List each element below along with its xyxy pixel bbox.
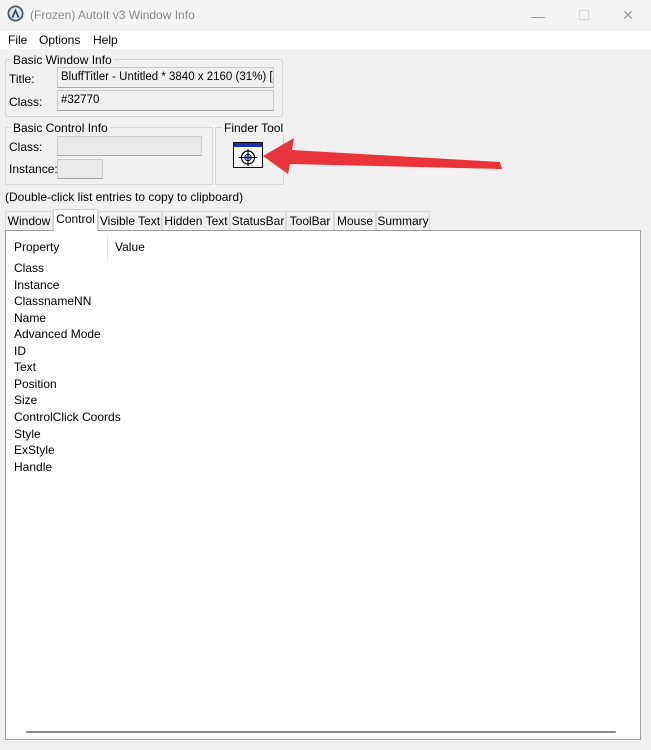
list-item[interactable]: Position — [14, 377, 57, 391]
list-item[interactable]: ControlClick Coords — [14, 410, 121, 424]
list-item[interactable]: ExStyle — [14, 443, 55, 457]
tab-summary[interactable]: Summary — [376, 211, 430, 230]
close-button[interactable]: ✕ — [605, 0, 651, 31]
control-instance-label: Instance: — [9, 162, 58, 176]
menu-file[interactable]: File — [8, 33, 27, 47]
list-item[interactable]: ClassnameNN — [14, 294, 91, 308]
column-header-value[interactable]: Value — [115, 240, 145, 254]
finder-tool-legend: Finder Tool — [222, 121, 286, 135]
control-class-field[interactable] — [57, 136, 202, 156]
tab-visible-text[interactable]: Visible Text — [98, 211, 162, 230]
horizontal-scrollbar-thumb[interactable] — [26, 731, 616, 733]
annotation-arrow — [263, 138, 502, 174]
basic-window-info-legend: Basic Window Info — [11, 53, 114, 67]
list-item[interactable]: Handle — [14, 460, 52, 474]
crosshair-finder-icon[interactable] — [233, 142, 263, 168]
window-class-field[interactable]: #32770 — [57, 90, 274, 111]
list-item[interactable]: Advanced Mode — [14, 327, 101, 341]
menu-options[interactable]: Options — [39, 33, 80, 47]
column-header-property[interactable]: Property — [14, 240, 59, 254]
window-bottom-edge — [0, 744, 651, 750]
column-separator[interactable] — [107, 237, 108, 259]
maximize-icon: ☐ — [577, 7, 591, 23]
tab-toolbar[interactable]: ToolBar — [286, 211, 334, 230]
autoit-app-icon — [7, 5, 24, 22]
control-instance-field[interactable] — [57, 159, 103, 179]
list-item[interactable]: Name — [14, 311, 46, 325]
list-item[interactable]: Style — [14, 427, 41, 441]
control-class-label: Class: — [9, 140, 43, 154]
list-item[interactable]: Instance — [14, 278, 59, 292]
list-item[interactable]: Size — [14, 393, 37, 407]
tab-hidden-text[interactable]: Hidden Text — [162, 211, 230, 230]
basic-control-info-legend: Basic Control Info — [11, 121, 110, 135]
list-item[interactable]: ID — [14, 344, 26, 358]
tab-statusbar[interactable]: StatusBar — [230, 211, 286, 230]
menu-help[interactable]: Help — [93, 33, 118, 47]
clipboard-hint: (Double-click list entries to copy to cl… — [5, 190, 244, 204]
window-class-label: Class: — [9, 95, 43, 109]
window-title-label: Title: — [9, 72, 35, 86]
tab-window[interactable]: Window — [5, 211, 53, 230]
maximize-button[interactable]: ☐ — [561, 0, 607, 31]
list-item[interactable]: Class — [14, 261, 44, 275]
tab-mouse[interactable]: Mouse — [334, 211, 376, 230]
tab-control[interactable]: Control — [53, 209, 98, 231]
minimize-icon: — — [531, 7, 545, 24]
property-list[interactable] — [5, 230, 641, 740]
close-icon: ✕ — [622, 7, 634, 23]
list-item[interactable]: Text — [14, 360, 36, 374]
window-title-field[interactable]: BluffTitler - Untitled * 3840 x 2160 (31… — [57, 67, 274, 88]
window-title: (Frozen) AutoIt v3 Window Info — [30, 8, 195, 22]
minimize-button[interactable]: — — [515, 0, 561, 31]
